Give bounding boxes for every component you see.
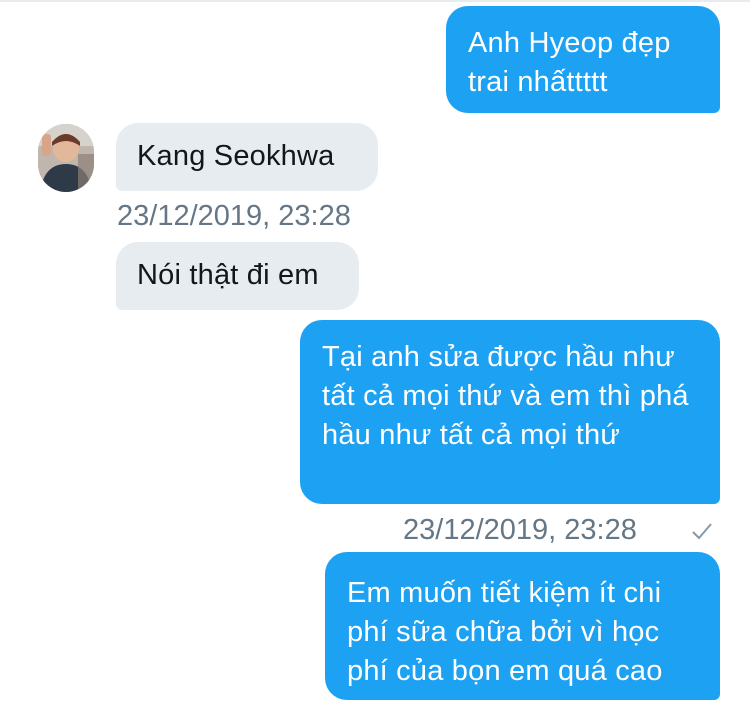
sent-message-bubble[interactable]: Em muốn tiết kiệm ít chi phí sữa chữa bở… <box>325 552 720 700</box>
check-icon <box>692 523 712 540</box>
divider <box>0 0 750 2</box>
received-message-bubble[interactable]: Kang Seokhwa <box>116 123 378 191</box>
received-message-bubble[interactable]: Nói thật đi em <box>116 242 359 310</box>
sent-message-bubble[interactable]: Tại anh sửa được hầu như tất cả mọi thứ … <box>300 320 720 504</box>
sent-timestamp: 23/12/2019, 23:28 <box>403 514 637 546</box>
sent-message-bubble[interactable]: Anh Hyeop đẹp trai nhấttttt <box>446 6 720 113</box>
conversation-view: Anh Hyeop đẹp trai nhấttttt Kang Seokhwa… <box>0 0 750 707</box>
contact-avatar[interactable] <box>38 124 94 192</box>
avatar-photo <box>38 124 94 192</box>
received-timestamp: 23/12/2019, 23:28 <box>117 200 351 232</box>
